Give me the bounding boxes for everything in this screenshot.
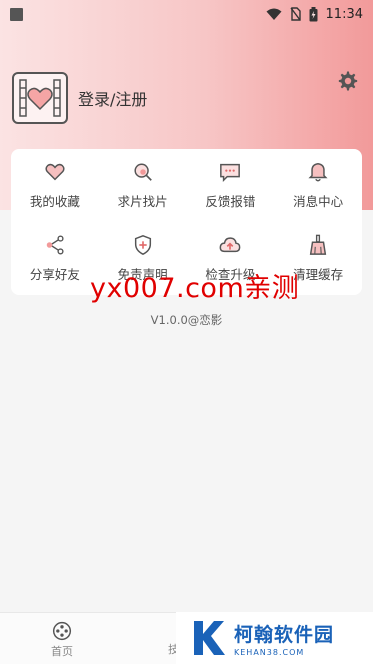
bell-icon xyxy=(308,163,328,182)
search-icon xyxy=(134,163,152,181)
film-reel-icon xyxy=(52,621,72,641)
gear-icon[interactable] xyxy=(337,70,359,92)
tab-home-label: 首页 xyxy=(51,645,73,658)
corner-logo-url: KEHAN38.COM xyxy=(234,647,305,657)
login-register-label[interactable]: 登录/注册 xyxy=(78,86,147,110)
cloud-upload-icon xyxy=(219,237,241,253)
menu-item-share[interactable]: 分享好友 xyxy=(11,222,99,295)
broom-icon xyxy=(309,234,327,255)
wifi-icon xyxy=(266,8,282,20)
battery-icon xyxy=(309,6,318,21)
menu-item-messages[interactable]: 消息中心 xyxy=(274,149,362,222)
menu-label: 我的收藏 xyxy=(29,194,80,209)
tab-home[interactable]: 首页 xyxy=(40,621,84,659)
menu-label: 求片找片 xyxy=(117,194,168,209)
menu-item-request-film[interactable]: 求片找片 xyxy=(99,149,187,222)
share-icon xyxy=(46,235,64,255)
login-register-entry[interactable]: 登录/注册 xyxy=(12,72,147,124)
version-text: V1.0.0@恋影 xyxy=(150,313,223,327)
status-bar: 11:34 xyxy=(0,0,373,28)
status-time: 11:34 xyxy=(325,6,363,22)
no-sim-icon xyxy=(289,7,301,21)
watermark-text: yx007.com亲测 xyxy=(90,273,300,304)
shield-icon xyxy=(134,235,151,255)
menu-item-favorites[interactable]: 我的收藏 xyxy=(11,149,99,222)
corner-logo-title: 柯翰软件园 xyxy=(234,623,335,646)
k-logo-icon xyxy=(194,621,225,655)
corner-logo: 柯翰软件园 KEHAN38.COM xyxy=(176,612,373,664)
heart-film-icon xyxy=(12,72,68,124)
menu-item-feedback[interactable]: 反馈报错 xyxy=(187,149,275,222)
message-icon xyxy=(220,163,241,183)
heart-icon xyxy=(45,163,65,181)
menu-label: 反馈报错 xyxy=(205,194,256,209)
notification-icon xyxy=(10,7,23,21)
menu-label: 消息中心 xyxy=(293,194,344,209)
menu-label: 清理缓存 xyxy=(293,267,344,282)
menu-label: 分享好友 xyxy=(29,267,80,282)
